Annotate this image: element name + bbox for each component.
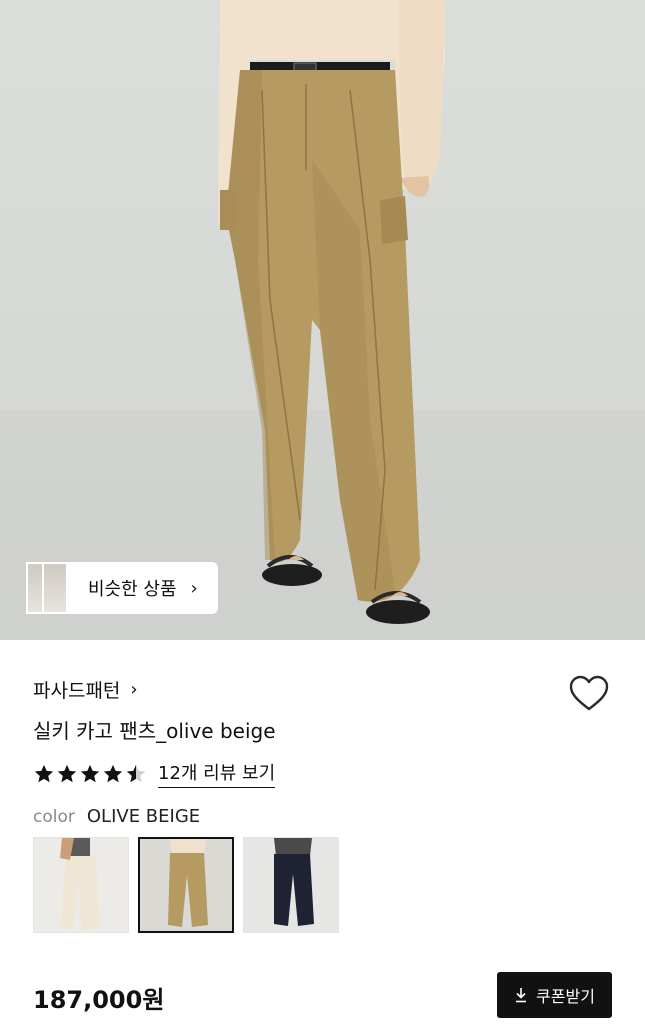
star-half-icon — [126, 764, 146, 782]
swatch-photo — [168, 839, 208, 927]
star-full-icon — [34, 764, 54, 782]
color-swatch-olive-beige[interactable] — [138, 837, 234, 933]
swatch-photo — [274, 838, 314, 926]
similar-products-button[interactable]: 비슷한 상품 › — [26, 562, 218, 614]
color-swatches — [33, 837, 348, 933]
star-rating — [33, 763, 148, 785]
similar-products-thumbnails — [26, 562, 68, 614]
star-full-icon — [57, 764, 77, 782]
product-photo-illustration — [0, 0, 645, 640]
star-full-icon — [103, 764, 123, 782]
download-icon — [514, 987, 528, 1003]
color-row: color OLIVE BEIGE — [33, 806, 200, 827]
color-swatch-beige[interactable] — [33, 837, 129, 933]
color-label: color — [33, 807, 75, 827]
similar-products-label: 비슷한 상품 — [88, 579, 177, 600]
product-title: 실키 카고 팬츠_olive beige — [33, 719, 276, 743]
color-swatch-navy[interactable] — [243, 837, 339, 933]
coupon-download-button[interactable]: 쿠폰받기 — [497, 972, 612, 1018]
review-link[interactable]: 12개 리뷰 보기 — [158, 759, 276, 788]
chevron-right-icon: › — [130, 679, 138, 700]
color-value: OLIVE BEIGE — [86, 806, 201, 827]
rating-row: 12개 리뷰 보기 — [33, 759, 276, 788]
brand-link[interactable]: 파사드패턴 › — [33, 676, 138, 703]
heart-icon — [569, 675, 609, 711]
brand-name: 파사드패턴 — [33, 680, 121, 702]
similar-thumb — [42, 562, 68, 614]
wishlist-button[interactable] — [567, 672, 611, 716]
product-hero-image[interactable]: 비슷한 상품 › — [0, 0, 645, 640]
chevron-right-icon: › — [190, 577, 198, 599]
product-price: 187,000원 — [33, 986, 165, 1014]
swatch-photo — [60, 838, 100, 930]
star-full-icon — [80, 764, 100, 782]
similar-products-pill: 비슷한 상품 › — [66, 562, 218, 614]
coupon-label: 쿠폰받기 — [536, 987, 595, 1006]
